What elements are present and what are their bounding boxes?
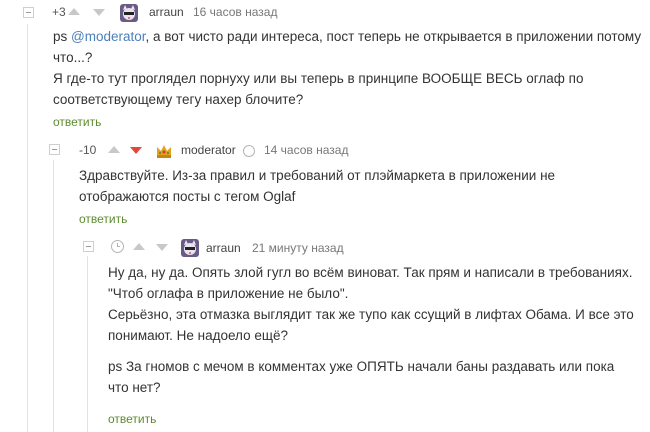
comment-time[interactable]: 16 часов назад (193, 5, 277, 19)
reply-link[interactable]: ответить (53, 115, 101, 129)
comment-line: что нет? (108, 380, 161, 395)
avatar[interactable] (155, 142, 173, 160)
avatar-cat-icon (120, 4, 138, 22)
reply-link[interactable]: ответить (108, 412, 156, 426)
comment-line: ps За гномов с мечом в комментах уже ОПЯ… (108, 359, 615, 374)
comment-line: что...? (53, 50, 93, 65)
downvote-icon[interactable] (156, 244, 168, 251)
thread-line-3 (87, 256, 88, 432)
downvote-active-icon[interactable] (130, 147, 142, 154)
comment-line: ps @moderator, а вот чисто ради интереса… (53, 26, 641, 47)
comment-line: соответствующему тегу нахер блочите? (53, 92, 304, 107)
comment-line: Я где-то тут проглядел порнуху или вы те… (53, 71, 584, 86)
comment-time[interactable]: 14 часов назад (264, 143, 348, 157)
comment-body: Здравствуйте. Из-за правил и требований … (79, 165, 555, 207)
collapse-button[interactable] (23, 7, 34, 18)
author-name[interactable]: arraun (149, 5, 184, 19)
comment-line: Ну да, ну да. Опять злой гугл во всём ви… (108, 265, 633, 280)
comment-rating: +3 (52, 5, 66, 19)
collapse-button[interactable] (49, 144, 60, 155)
upvote-icon[interactable] (68, 8, 80, 15)
avatar[interactable] (181, 239, 199, 257)
comment-line: отображаются посты с тегом Oglaf (79, 189, 296, 204)
verified-icon (243, 145, 255, 157)
avatar-crown-icon (155, 142, 173, 160)
avatar-cat-icon (181, 239, 199, 257)
user-mention-link[interactable]: @moderator (71, 29, 146, 44)
author-name[interactable]: moderator (181, 143, 236, 157)
comment-line: "Чтоб оглафа в приложение не было". (108, 286, 349, 301)
comment-rating: -10 (79, 143, 97, 157)
comment-line-spacer (108, 346, 634, 356)
clock-icon (111, 240, 124, 253)
body-text: , а вот чисто ради интереса, пост теперь… (145, 29, 642, 44)
thread-line-2 (53, 160, 54, 432)
comment-line: Здравствуйте. Из-за правил и требований … (79, 168, 556, 183)
upvote-icon[interactable] (108, 146, 120, 153)
collapse-button[interactable] (83, 241, 94, 252)
downvote-icon[interactable] (93, 9, 105, 16)
avatar[interactable] (120, 4, 138, 22)
body-prefix: ps (53, 29, 72, 44)
reply-link[interactable]: ответить (79, 212, 127, 226)
comment-time[interactable]: 21 минуту назад (252, 241, 344, 255)
upvote-icon[interactable] (133, 243, 145, 250)
comment-line: понимают. Не надоело ещё? (108, 328, 288, 343)
comment-line: Серьёзно, эта отмазка выглядит так же ту… (108, 307, 634, 322)
thread-line-1 (27, 24, 28, 432)
comment-body: Ну да, ну да. Опять злой гугл во всём ви… (108, 262, 634, 398)
author-name[interactable]: arraun (206, 241, 241, 255)
comment-body: ps @moderator, а вот чисто ради интереса… (53, 26, 641, 110)
